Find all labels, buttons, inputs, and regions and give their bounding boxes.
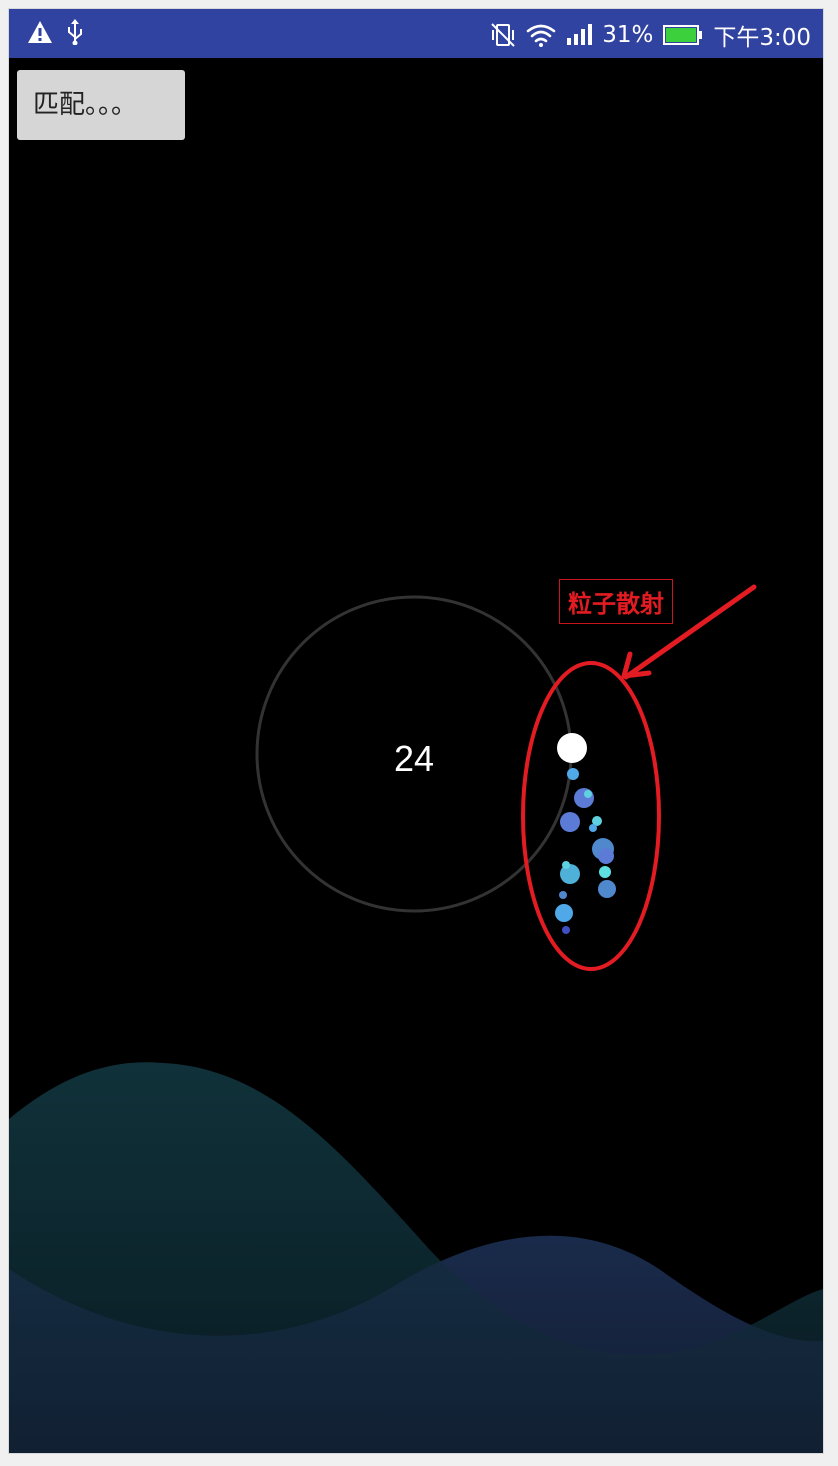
phone-screen: 24 31% 下午3:00 匹配。。。 粒子散射: [8, 8, 824, 1454]
wifi-icon: [526, 24, 556, 47]
particle: [599, 866, 611, 878]
annotation-label: 粒子散射: [559, 579, 673, 624]
signal-icon: [567, 24, 593, 45]
particle: [574, 788, 594, 808]
vibrate-off-icon: [491, 23, 515, 47]
particle: [562, 861, 570, 869]
particle-cluster: [555, 733, 616, 934]
countdown-number: 24: [394, 738, 434, 779]
status-bar: 31% 下午3:00: [9, 9, 823, 58]
particle: [557, 733, 587, 763]
match-button[interactable]: 匹配。。。: [17, 70, 185, 140]
warning-icon: [28, 21, 52, 43]
battery-icon: [663, 25, 703, 45]
particle: [560, 812, 580, 832]
battery-percent: 31%: [602, 22, 654, 48]
game-canvas: 24: [9, 584, 823, 1453]
particle: [567, 768, 579, 780]
particle: [598, 880, 616, 898]
particle: [555, 904, 573, 922]
particle: [562, 926, 570, 934]
particle: [584, 790, 592, 798]
usb-icon: [68, 19, 82, 45]
particle: [559, 891, 567, 899]
annotation-ellipse: [521, 661, 661, 971]
particle: [589, 824, 597, 832]
clock: 下午3:00: [713, 25, 811, 51]
particle: [598, 848, 614, 864]
